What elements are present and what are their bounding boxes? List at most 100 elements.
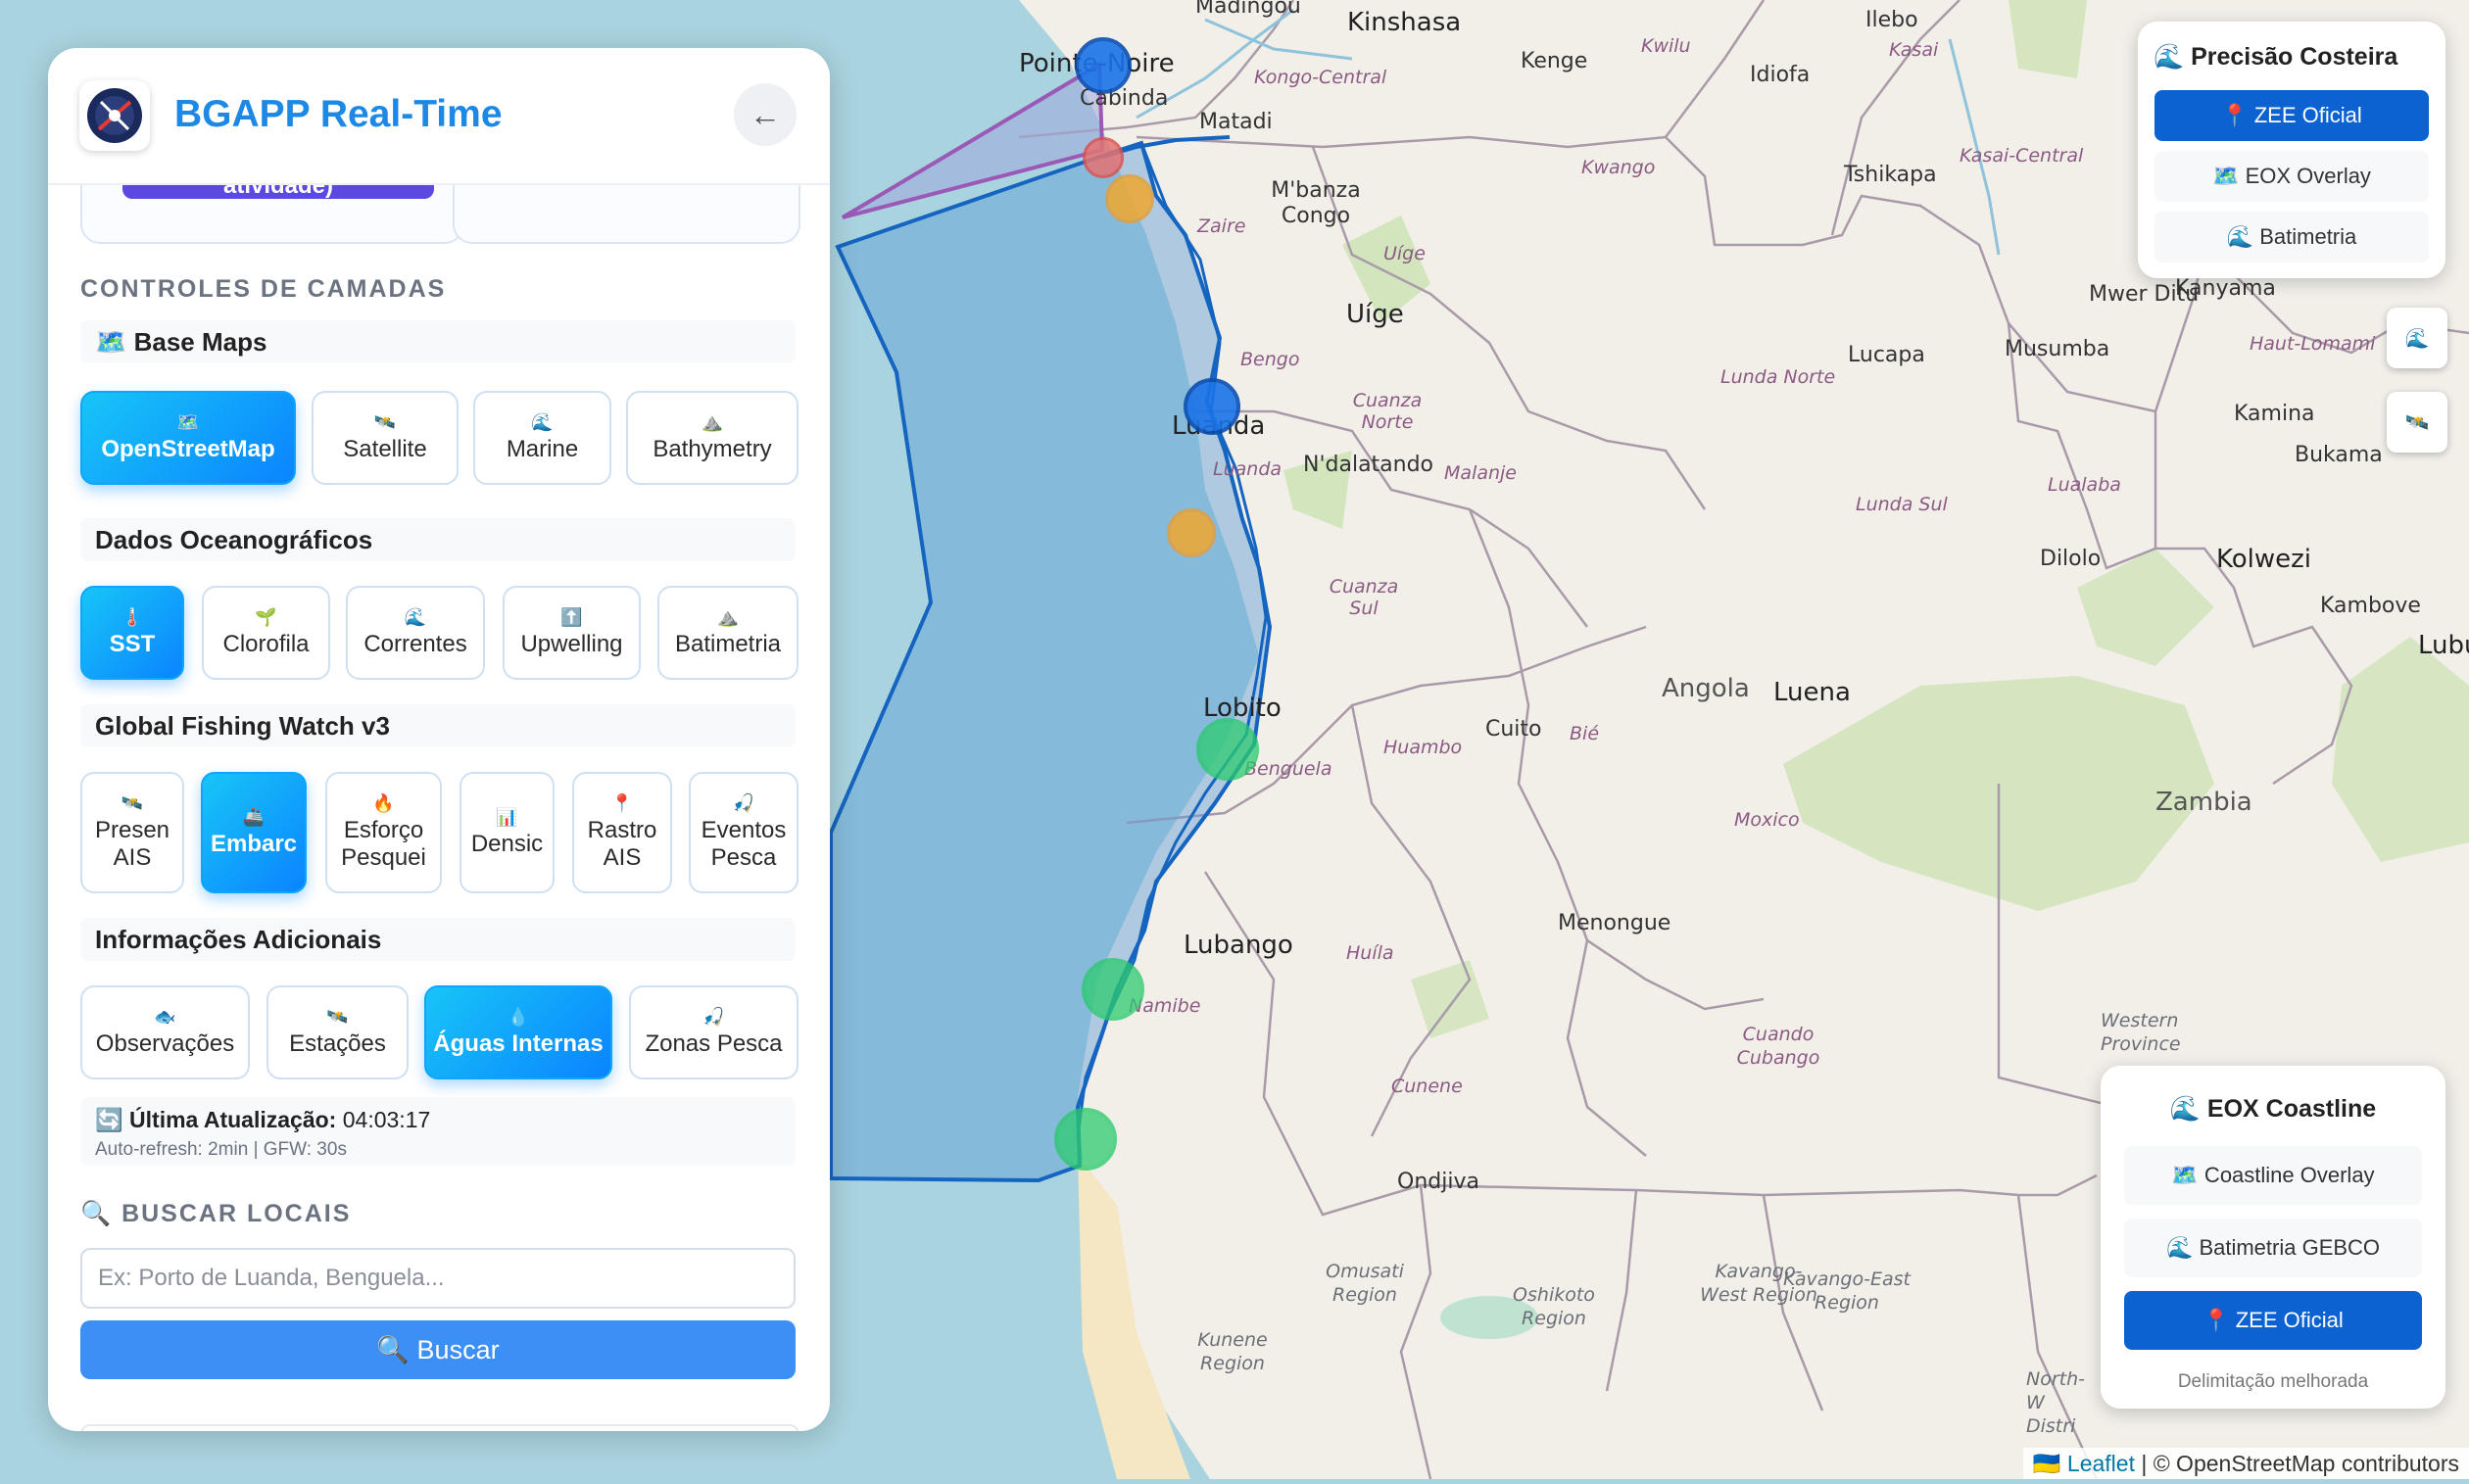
- basemap-osm-button[interactable]: 🗺️ OpenStreetMap: [80, 391, 296, 485]
- vessel-marker[interactable]: [1196, 718, 1259, 781]
- basemap-bathymetry-button[interactable]: ⛰️ Bathymetry: [626, 391, 799, 485]
- label-cuito: Cuito: [1485, 717, 1542, 742]
- layer-label: Zonas Pesca: [645, 1030, 783, 1057]
- eox-zee-button[interactable]: 📍 ZEE Oficial: [2124, 1291, 2422, 1350]
- ocean-sst-button[interactable]: 🌡️ SST: [80, 586, 184, 680]
- label-uige: Uíge: [1346, 300, 1404, 329]
- label-haut-lomami: Haut-Lomami: [2250, 333, 2376, 355]
- gfw-fishing-effort-button[interactable]: 🔥 Esforço Pesquei: [325, 772, 442, 893]
- eox-coastline-card: 🌊 EOX Coastline 🗺️ Coastline Overlay 🌊 B…: [2101, 1066, 2445, 1409]
- label-kanyama: Kanyama: [2175, 276, 2276, 301]
- vessel-marker[interactable]: [1083, 137, 1124, 178]
- label-lubango: Lubango: [1184, 931, 1293, 960]
- label-bengo: Bengo: [1240, 349, 1300, 370]
- label-lunda-sul: Lunda Sul: [1856, 494, 1948, 515]
- layer-icon: 🎣: [732, 793, 755, 813]
- search-button[interactable]: 🔍 Buscar: [80, 1320, 796, 1379]
- search-input[interactable]: [80, 1248, 796, 1309]
- extra-fishing-zones-button[interactable]: 🎣 Zonas Pesca: [629, 985, 799, 1079]
- label-cuanza-norte: Cuanza Norte: [1352, 390, 1423, 433]
- precision-bathymetry-button[interactable]: 🌊 Batimetria: [2154, 212, 2429, 263]
- label-kongo-central: Kongo-Central: [1254, 67, 1387, 88]
- label-musumba: Musumba: [2005, 337, 2110, 361]
- vessel-marker[interactable]: [1105, 174, 1154, 223]
- leaflet-link[interactable]: Leaflet: [2067, 1451, 2135, 1476]
- layer-label: Marine: [506, 436, 579, 462]
- ocean-data-title: Dados Oceanográficos: [80, 518, 796, 561]
- label-kinshasa: Kinshasa: [1347, 8, 1462, 37]
- label-mbanza-congo: M'banza Congo: [1271, 178, 1361, 228]
- label-kunene: Kunene Region: [1197, 1329, 1268, 1374]
- label-huila: Huíla: [1346, 942, 1394, 964]
- label-dilolo: Dilolo: [2040, 547, 2102, 571]
- refresh-icon: 🔄: [95, 1107, 123, 1132]
- label-kwilu: Kwilu: [1641, 35, 1691, 57]
- ocean-chlorophyll-button[interactable]: 🌱 Clorofila: [202, 586, 330, 680]
- ocean-currents-button[interactable]: 🌊 Correntes: [346, 586, 485, 680]
- basemap-satellite-button[interactable]: 🛰️ Satellite: [312, 391, 459, 485]
- label-lobito: Lobito: [1203, 694, 1282, 723]
- layer-icon: 🚢: [242, 807, 266, 827]
- vessel-marker[interactable]: [1167, 508, 1216, 557]
- layer-label: Densic: [470, 831, 544, 857]
- map-attribution: 🇺🇦 Leaflet | © OpenStreetMap contributor…: [2022, 1448, 2469, 1479]
- layer-icon: 🌱: [255, 607, 277, 627]
- gfw-density-button[interactable]: 📊 Densic: [460, 772, 555, 893]
- layer-label: Águas Internas: [433, 1030, 604, 1057]
- arrow-left-icon: ←: [750, 96, 781, 132]
- layer-icon: 📍: [610, 793, 634, 813]
- label-idiofa: Idiofa: [1750, 63, 1811, 87]
- layer-label: Bathymetry: [653, 436, 772, 462]
- gfw-presence-button[interactable]: 🛰️ Presen AIS: [80, 772, 184, 893]
- gfw-ais-track-button[interactable]: 📍 Rastro AIS: [572, 772, 672, 893]
- basemap-marine-button[interactable]: 🌊 Marine: [473, 391, 611, 485]
- auto-refresh-info: Auto-refresh: 2min | GFW: 30s: [95, 1139, 347, 1160]
- extra-inland-waters-button[interactable]: 💧 Águas Internas: [424, 985, 612, 1079]
- vessel-marker[interactable]: [1054, 1108, 1117, 1171]
- gfw-vessels-button[interactable]: 🚢 Embarc: [201, 772, 307, 893]
- layer-icon: ⬆️: [560, 607, 583, 627]
- eox-gebco-button[interactable]: 🌊 Batimetria GEBCO: [2124, 1219, 2422, 1277]
- last-update-label: Última Atualização:: [129, 1107, 337, 1132]
- layer-label: Rastro AIS: [587, 817, 657, 871]
- eox-coastline-overlay-button[interactable]: 🗺️ Coastline Overlay: [2124, 1146, 2422, 1205]
- label-ilebo: Ilebo: [1865, 8, 1918, 32]
- layer-icon: 🗺️: [176, 412, 200, 432]
- label-menongue: Menongue: [1558, 911, 1671, 935]
- label-tshikapa: Tshikapa: [1844, 163, 1937, 187]
- label-kasai: Kasai: [1889, 39, 1939, 61]
- search-caption: 🔍 BUSCAR LOCAIS: [80, 1200, 352, 1227]
- label-luanda-region: Luanda: [1213, 458, 1283, 480]
- layer-icon: 💧: [507, 1007, 530, 1027]
- last-update-line: 🔄 Última Atualização: 04:03:17: [95, 1107, 781, 1133]
- layer-icon: 🌊: [404, 607, 427, 627]
- eox-card-footer: Delimitação melhorada: [2177, 1371, 2369, 1392]
- eox-card-title: 🌊 EOX Coastline: [2169, 1095, 2377, 1123]
- label-cuanza-sul: Cuanza Sul: [1329, 576, 1399, 619]
- ocean-bathymetry-button[interactable]: ⛰️ Batimetria: [657, 586, 799, 680]
- layer-label: Eventos Pesca: [701, 817, 787, 871]
- precision-zee-button[interactable]: 📍 ZEE Oficial: [2154, 90, 2429, 141]
- layer-icon: 🛰️: [326, 1007, 349, 1027]
- app-logo: [79, 80, 150, 151]
- map-layer-control[interactable]: 🌊: [2387, 308, 2447, 368]
- gfw-title: Global Fishing Watch v3: [80, 704, 796, 747]
- layer-label: Correntes: [363, 631, 467, 657]
- vessel-marker[interactable]: [1075, 37, 1132, 94]
- vessel-marker[interactable]: [1082, 958, 1144, 1021]
- collapse-panel-button[interactable]: ←: [734, 83, 797, 146]
- control-panel: BGAPP Real-Time ← atividade) CONTROLES D…: [48, 48, 830, 1431]
- map-satellite-control[interactable]: 🛰️: [2387, 392, 2447, 453]
- layers-caption: CONTROLES DE CAMADAS: [80, 275, 447, 303]
- layer-label: Satellite: [343, 436, 427, 462]
- gfw-fishing-events-button[interactable]: 🎣 Eventos Pesca: [689, 772, 799, 893]
- layer-icon: 📊: [496, 807, 518, 827]
- vessel-marker[interactable]: [1184, 378, 1240, 435]
- extra-stations-button[interactable]: 🛰️ Estações: [266, 985, 409, 1079]
- precision-eox-button[interactable]: 🗺️ EOX Overlay: [2154, 151, 2429, 202]
- extra-observations-button[interactable]: 🐟 Observações: [80, 985, 250, 1079]
- label-kolwezi: Kolwezi: [2216, 545, 2312, 574]
- label-kambove: Kambove: [2320, 594, 2421, 618]
- ocean-upwelling-button[interactable]: ⬆️ Upwelling: [503, 586, 641, 680]
- layer-icon: 🌊: [531, 412, 554, 432]
